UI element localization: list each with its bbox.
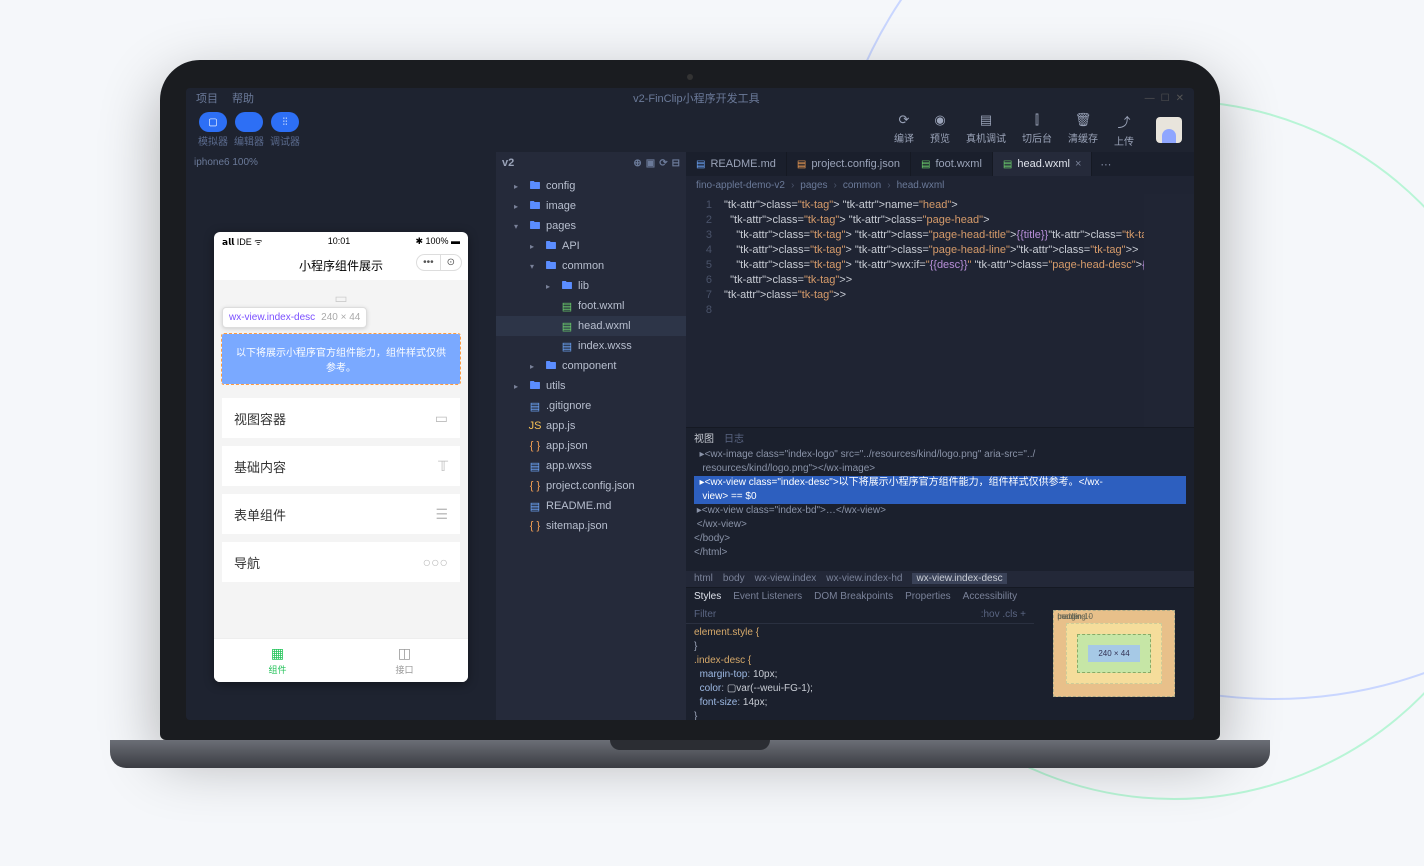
dom-crumb[interactable]: html [694, 573, 713, 584]
devtools-tab-console[interactable]: 日志 [724, 430, 744, 445]
sim-list-item[interactable]: 表单组件☰ [222, 494, 460, 534]
tabs-more-icon[interactable]: ⋯ [1092, 158, 1119, 171]
styles-tab[interactable]: Event Listeners [733, 591, 802, 602]
mode-pill-0[interactable]: ▢模拟器 [198, 112, 228, 148]
window-title: v2-FinClip小程序开发工具 [633, 90, 760, 106]
editor-tab[interactable]: ▤project.config.json [787, 152, 911, 176]
tree-node[interactable]: ▸🖿lib [496, 276, 686, 296]
editor-tab[interactable]: ▤head.wxml× [993, 152, 1092, 176]
devtools-top-tabs: 视图 日志 [686, 428, 1194, 446]
phone-frame: 𝗮𝗹𝗹 IDE ᯤ 10:01 ✱ 100% ▬ 小程序组件展示 •••⊙ ▭ … [214, 232, 468, 682]
menubar: 项目 帮助 v2-FinClip小程序开发工具 —☐✕ [186, 88, 1194, 108]
code-editor[interactable]: 12345678 "tk-attr">class="tk-tag"> "tk-a… [686, 194, 1194, 427]
tree-node[interactable]: ▤README.md [496, 496, 686, 516]
devtools-tab-elements[interactable]: 视图 [694, 430, 714, 445]
laptop-frame: 项目 帮助 v2-FinClip小程序开发工具 —☐✕ ▢模拟器编辑器⫶⫶调试器… [160, 60, 1220, 780]
dom-crumb[interactable]: wx-view.index [755, 573, 817, 584]
phone-tab[interactable]: ◫接口 [341, 639, 468, 682]
capsule-button[interactable]: •••⊙ [416, 254, 462, 271]
tree-node[interactable]: ▤head.wxml [496, 316, 686, 336]
close-icon[interactable]: × [1075, 158, 1081, 170]
toolbar: ▢模拟器编辑器⫶⫶调试器 ⟳编译◉预览▤真机调试⫿切后台🗑清缓存⤴上传 [186, 108, 1194, 152]
capsule-close-icon[interactable]: ⊙ [441, 255, 461, 270]
breadcrumb-item[interactable]: common [843, 180, 881, 191]
app-title: 小程序组件展示 [299, 257, 383, 274]
toolbar-action-5[interactable]: ⤴上传 [1108, 112, 1140, 148]
highlighted-element: 以下将展示小程序官方组件能力，组件样式仅供参考。 [222, 334, 460, 384]
dom-crumb[interactable]: body [723, 573, 745, 584]
phone-tab[interactable]: ▦组件 [214, 639, 341, 682]
tree-node[interactable]: ▸🖿config [496, 176, 686, 196]
minimap[interactable] [1144, 194, 1194, 427]
tree-node[interactable]: JSapp.js [496, 416, 686, 436]
camera-dot [687, 74, 693, 80]
collapse-icon[interactable]: ⊟ [672, 158, 680, 169]
sim-list-item[interactable]: 基础内容𝕋 [222, 446, 460, 486]
refresh-icon[interactable]: ⟳ [659, 158, 667, 169]
tree-node[interactable]: ▤app.wxss [496, 456, 686, 476]
toolbar-action-4[interactable]: 🗑清缓存 [1062, 112, 1104, 148]
file-tree-panel: v2 ⊕ ▣ ⟳ ⊟ ▸🖿config▸🖿image▾🖿pages▸🖿API▾🖿… [496, 152, 686, 720]
breadcrumb-item[interactable]: head.wxml [897, 180, 945, 191]
box-model: margin 10 border - padding - 240 × 44 [1034, 588, 1194, 720]
styles-tab[interactable]: Properties [905, 591, 951, 602]
avatar[interactable] [1156, 117, 1182, 143]
editor-tab[interactable]: ▤foot.wxml [911, 152, 993, 176]
new-folder-icon[interactable]: ▣ [646, 158, 655, 169]
dom-crumb[interactable]: wx-view.index-desc [912, 573, 1006, 584]
breadcrumb-item[interactable]: fino-applet-demo-v2 [696, 180, 785, 191]
sim-list-item[interactable]: 视图容器▭ [222, 398, 460, 438]
tree-node[interactable]: { }app.json [496, 436, 686, 456]
mode-pill-2[interactable]: ⫶⫶调试器 [270, 112, 300, 148]
phone-nav: 小程序组件展示 •••⊙ [214, 250, 468, 280]
tree-node[interactable]: { }sitemap.json [496, 516, 686, 536]
tree-node[interactable]: ▤index.wxss [496, 336, 686, 356]
tree-node[interactable]: ▾🖿common [496, 256, 686, 276]
tree-node[interactable]: ▸🖿utils [496, 376, 686, 396]
new-file-icon[interactable]: ⊕ [633, 158, 641, 169]
styles-tabs: Styles Event Listeners DOM Breakpoints Prop… [686, 588, 1034, 606]
breadcrumb: fino-applet-demo-v2›pages›common›head.wx… [686, 176, 1194, 194]
menu-project[interactable]: 项目 [196, 90, 218, 106]
device-label: iphone6 100% [194, 157, 258, 168]
simulator-panel: iphone6 100% 𝗮𝗹𝗹 IDE ᯤ 10:01 ✱ 100% ▬ 小程… [186, 152, 496, 720]
capsule-more-icon[interactable]: ••• [417, 255, 441, 270]
menu-help[interactable]: 帮助 [232, 90, 254, 106]
styles-filter-input[interactable]: Filter [694, 609, 716, 620]
styles-tab[interactable]: Accessibility [963, 591, 1017, 602]
tree-node[interactable]: ▤foot.wxml [496, 296, 686, 316]
tree-node[interactable]: ▸🖿API [496, 236, 686, 256]
dom-tree[interactable]: ▸<wx-image class="index-logo" src="../re… [686, 446, 1194, 570]
toolbar-action-3[interactable]: ⫿切后台 [1016, 112, 1058, 148]
tree-node[interactable]: ▸🖿component [496, 356, 686, 376]
breadcrumb-item[interactable]: pages [800, 180, 827, 191]
inspector-tooltip: wx-view.index-desc 240 × 44 [222, 307, 367, 328]
devtools-panel: 视图 日志 ▸<wx-image class="index-logo" src=… [686, 427, 1194, 720]
toolbar-action-2[interactable]: ▤真机调试 [960, 112, 1012, 148]
editor-tabs: ▤README.md▤project.config.json▤foot.wxml… [686, 152, 1194, 176]
toolbar-action-1[interactable]: ◉预览 [924, 112, 956, 148]
mode-pill-1[interactable]: 编辑器 [234, 112, 264, 148]
toolbar-action-0[interactable]: ⟳编译 [888, 112, 920, 148]
tree-node[interactable]: ▸🖿image [496, 196, 686, 216]
sim-list-item[interactable]: 导航○○○ [222, 542, 460, 582]
dom-crumb[interactable]: wx-view.index-hd [826, 573, 902, 584]
tree-node[interactable]: { }project.config.json [496, 476, 686, 496]
styles-tab[interactable]: Styles [694, 591, 721, 602]
styles-tab[interactable]: DOM Breakpoints [814, 591, 893, 602]
tree-header: v2 ⊕ ▣ ⟳ ⊟ [496, 152, 686, 174]
dom-breadcrumb[interactable]: html body wx-view.index wx-view.index-hd wx-… [686, 571, 1194, 587]
editor-tab[interactable]: ▤README.md [686, 152, 787, 176]
window-controls[interactable]: —☐✕ [1139, 92, 1184, 104]
styles-filter-tools[interactable]: :hov .cls + [981, 609, 1026, 620]
tree-node[interactable]: ▾🖿pages [496, 216, 686, 236]
styles-filter-row: Filter :hov .cls + [686, 606, 1034, 624]
phone-status-bar: 𝗮𝗹𝗹 IDE ᯤ 10:01 ✱ 100% ▬ [214, 232, 468, 250]
tree-node[interactable]: ▤.gitignore [496, 396, 686, 416]
css-rules[interactable]: element.style {}.index-desc {</span></di… [686, 624, 1034, 720]
